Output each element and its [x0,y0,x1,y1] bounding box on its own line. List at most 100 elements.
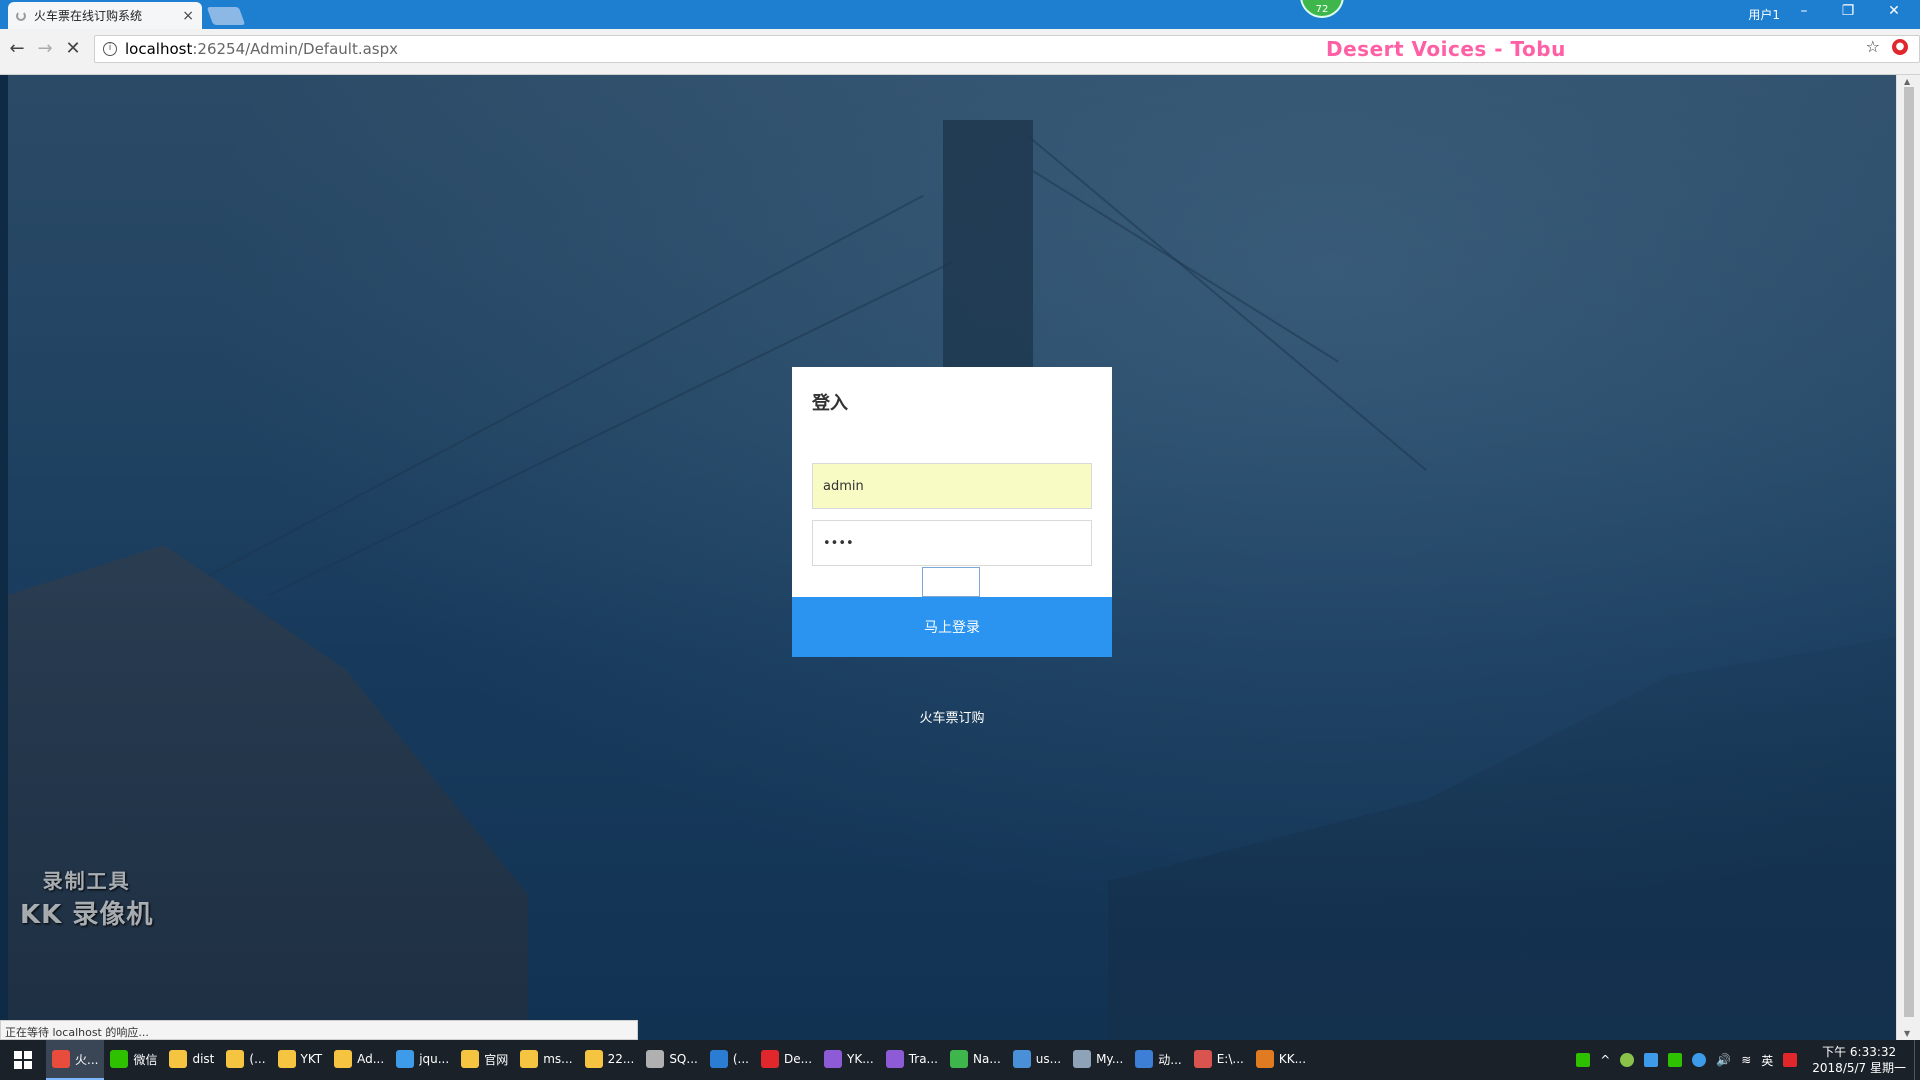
bridge-cable [1032,170,1339,363]
username-input[interactable] [812,463,1092,509]
taskbar-item[interactable]: Ad... [328,1040,390,1080]
tab-close-icon[interactable]: × [182,8,194,24]
tray-app-icon[interactable] [1620,1053,1635,1067]
input-language[interactable]: 英 [1761,1052,1773,1069]
taskbar-item-label: dist [192,1052,215,1066]
stop-icon[interactable]: ✕ [60,38,86,59]
taskbar-item-label: 微信 [133,1052,158,1067]
taskbar-item-label: (... [249,1052,266,1066]
taskbar-item[interactable]: dist [163,1040,220,1080]
minimize-icon[interactable]: – [1784,3,1824,19]
taskbar-item[interactable]: My... [1067,1040,1129,1080]
password-input[interactable] [812,520,1092,566]
scrollbar-thumb[interactable] [1904,87,1914,1017]
system-clock[interactable]: 下午 6:33:32 2018/5/7 星期一 [1802,1044,1914,1076]
battery-icon[interactable] [1576,1053,1591,1067]
login-button[interactable]: 马上登录 [792,597,1112,657]
bookmark-star-icon[interactable]: ☆ [1866,37,1880,56]
app-icon [1012,1050,1031,1068]
app-icon [52,1050,70,1068]
taskbar-item[interactable]: SQ... [640,1040,704,1080]
clock-time: 下午 6:33:32 [1822,1045,1897,1059]
now-playing-text: Desert Voices - Tobu [1326,37,1566,61]
taskbar-item-label: E:\... [1216,1052,1244,1066]
taskbar-item[interactable]: ms... [514,1040,578,1080]
taskbar-item-label: 22... [607,1052,635,1066]
app-icon [169,1050,188,1068]
app-icon [824,1050,843,1068]
taskbar-item[interactable]: us... [1007,1040,1067,1080]
taskbar-item-label: 动... [1158,1052,1182,1067]
taskbar-item[interactable]: Tra... [880,1040,944,1080]
loading-spinner-icon [16,10,26,21]
taskbar-item[interactable]: (... [220,1040,271,1080]
taskbar-item[interactable]: 火... [46,1040,105,1080]
clock-date: 2018/5/7 星期一 [1812,1061,1906,1075]
taskbar-item[interactable]: E:\... [1188,1040,1250,1080]
app-icon [226,1050,245,1068]
taskbar-item[interactable]: (... [704,1040,755,1080]
taskbar-item-label: Na... [972,1052,1001,1066]
bluetooth-icon[interactable] [1644,1053,1659,1067]
window-user-label[interactable]: 用户1 [1748,6,1780,23]
scrollbar[interactable]: ▲ ▼ [1896,75,1920,1040]
sogou-icon[interactable] [1783,1053,1798,1067]
taskbar-item-label: Tra... [908,1052,938,1066]
login-title: 登入 [812,393,848,414]
windows-icon [14,1051,32,1069]
taskbar-item-label: 官网 [484,1052,509,1067]
address-bar-row: ← → ✕ i localhost:26254/Admin/Default.as… [0,29,1920,75]
tray-app-icon[interactable] [1692,1053,1707,1067]
taskbar-item[interactable]: jqu... [390,1040,455,1080]
taskbar-item[interactable]: YK... [818,1040,880,1080]
taskbar-item[interactable]: 微信 [104,1040,163,1080]
taskbar-item[interactable]: Na... [944,1040,1007,1080]
volume-icon[interactable]: 🔊 [1716,1053,1731,1067]
system-tray: ^ 🔊 ≋ 英 下午 6:33:32 2018/5/7 星期一 [1571,1040,1920,1080]
show-desktop-button[interactable] [1914,1040,1920,1080]
close-window-icon[interactable]: ✕ [1874,3,1914,19]
taskbar-item-label: jqu... [419,1052,450,1066]
app-icon [334,1050,353,1068]
url-input[interactable]: i localhost:26254/Admin/Default.aspx [94,35,1920,63]
scroll-down-icon[interactable]: ▼ [1904,1029,1910,1038]
url-path: :26254/Admin/Default.aspx [192,40,399,58]
wifi-icon[interactable]: ≋ [1741,1053,1751,1067]
background-hill [8,545,528,1040]
app-icon [1193,1050,1212,1068]
taskbar-item-label: YKT [300,1052,323,1066]
app-icon [277,1050,296,1068]
taskbar-item-label: 火... [75,1052,99,1067]
taskbar-item[interactable]: 动... [1129,1040,1187,1080]
new-tab-button[interactable] [206,7,246,25]
forward-icon[interactable]: → [32,38,58,59]
taskbar-item[interactable]: De... [755,1040,818,1080]
tray-expand-icon[interactable]: ^ [1600,1053,1610,1067]
tray-app-icon[interactable] [1668,1053,1683,1067]
app-icon [396,1050,415,1068]
browser-tab[interactable]: 火车票在线订购系统 × [8,2,202,29]
taskbar-item-label: ms... [543,1052,573,1066]
update-badge[interactable]: 72 [1300,0,1344,18]
taskbar-item-label: KK... [1278,1052,1307,1066]
start-button[interactable] [0,1040,46,1080]
recorder-watermark: 录制工具 KK 录像机 [20,865,153,931]
watermark-line2: KK 录像机 [20,900,154,930]
url-host: localhost [125,40,193,58]
restore-icon[interactable]: ❐ [1828,3,1868,19]
taskbar-item-label: My... [1096,1052,1124,1066]
app-icon [760,1050,779,1068]
back-icon[interactable]: ← [4,38,30,59]
taskbar-item[interactable]: 22... [579,1040,641,1080]
taskbar-item[interactable]: 官网 [455,1040,514,1080]
taskbar-item[interactable]: YKT [272,1040,329,1080]
app-icon [1255,1050,1274,1068]
captcha-box[interactable] [922,567,980,597]
scroll-up-icon[interactable]: ▲ [1904,77,1910,86]
info-icon[interactable]: i [103,42,117,56]
status-bubble: 正在等待 localhost 的响应... [0,1020,638,1040]
extension-icon[interactable]: ● [1892,39,1908,55]
app-icon [1073,1050,1092,1068]
taskbar-item[interactable]: KK... [1250,1040,1312,1080]
footer-link[interactable]: 火车票订购 [792,707,1112,726]
